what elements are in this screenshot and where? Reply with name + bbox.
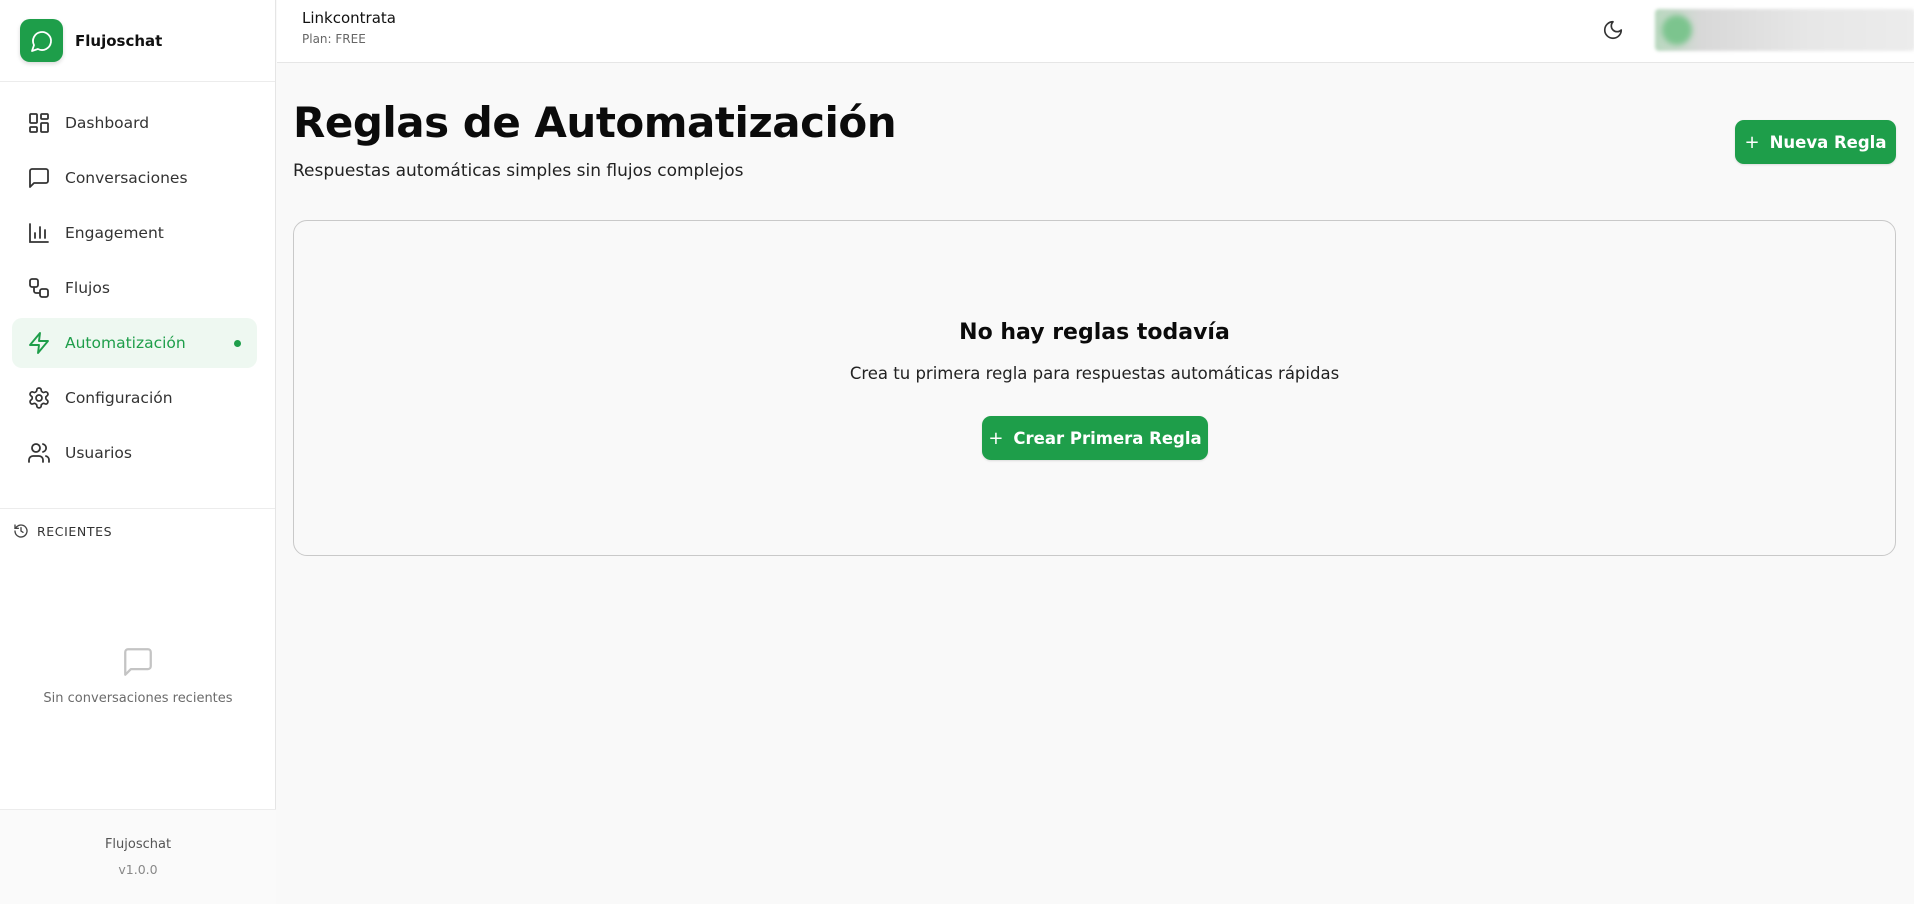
sidebar-item-label: Configuración [65,389,173,407]
footer-app-name: Flujoschat [104,837,172,852]
page-title: Reglas de Automatización [293,98,897,147]
sidebar-item-dashboard[interactable]: Dashboard [12,98,257,148]
sidebar-item-engagement[interactable]: Engagement [12,208,257,258]
sidebar: Flujoschat Dashboard Conversaciones Enga… [0,0,276,904]
avatar [1662,15,1692,45]
sidebar-footer: Flujoschat v1.0.0 [0,809,276,904]
moon-icon [1603,20,1623,40]
brand-logo[interactable] [20,19,63,62]
plan-label: Plan: FREE [302,32,366,46]
recent-empty-text: Sin conversaciones recientes [43,691,233,706]
empty-state-title: No hay reglas todavía [959,320,1230,345]
recent-empty-state: Sin conversaciones recientes [0,645,276,706]
plus-icon: + [988,427,1004,449]
sidebar-item-configuracion[interactable]: Configuración [12,373,257,423]
create-first-rule-button[interactable]: + Crear Primera Regla [982,416,1208,460]
sidebar-item-label: Usuarios [65,444,132,462]
active-indicator-dot [234,340,241,347]
page-subtitle: Respuestas automáticas simples sin flujo… [293,161,744,181]
brand: Flujoschat [0,0,275,82]
footer-version: v1.0.0 [118,862,158,877]
gear-icon [27,386,51,410]
topbar: Linkcontrata Plan: FREE [277,0,1914,63]
workflow-icon [27,276,51,300]
dashboard-icon [27,111,51,135]
brand-name: Flujoschat [75,31,163,50]
sidebar-item-flujos[interactable]: Flujos [12,263,257,313]
recent-header: RECIENTES [0,509,275,539]
users-icon [27,441,51,465]
sidebar-item-conversaciones[interactable]: Conversaciones [12,153,257,203]
empty-state-card: No hay reglas todavía Crea tu primera re… [293,220,1896,556]
new-rule-button[interactable]: + Nueva Regla [1735,120,1896,164]
history-icon [14,524,28,538]
message-icon [27,166,51,190]
new-rule-label: Nueva Regla [1769,132,1887,152]
organization-name[interactable]: Linkcontrata [302,9,396,27]
sidebar-item-automatizacion[interactable]: Automatización [12,318,257,368]
recent-header-label: RECIENTES [37,523,113,539]
sidebar-item-label: Conversaciones [65,169,188,187]
sidebar-item-label: Dashboard [65,114,150,132]
empty-state-text: Crea tu primera regla para respuestas au… [849,364,1340,383]
sidebar-item-usuarios[interactable]: Usuarios [12,428,257,478]
empty-message-icon [124,648,152,676]
bar-chart-icon [27,221,51,245]
chat-bubble-icon [30,30,52,52]
user-menu[interactable] [1655,9,1914,51]
create-first-rule-label: Crear Primera Regla [1013,428,1202,448]
plus-icon: + [1744,131,1760,153]
theme-toggle-button[interactable] [1598,15,1628,45]
lightning-icon [27,331,51,355]
sidebar-item-label: Engagement [65,224,164,242]
sidebar-nav: Dashboard Conversaciones Engagement Fluj… [0,82,275,478]
sidebar-item-label: Automatización [65,334,186,352]
sidebar-item-label: Flujos [65,279,110,297]
